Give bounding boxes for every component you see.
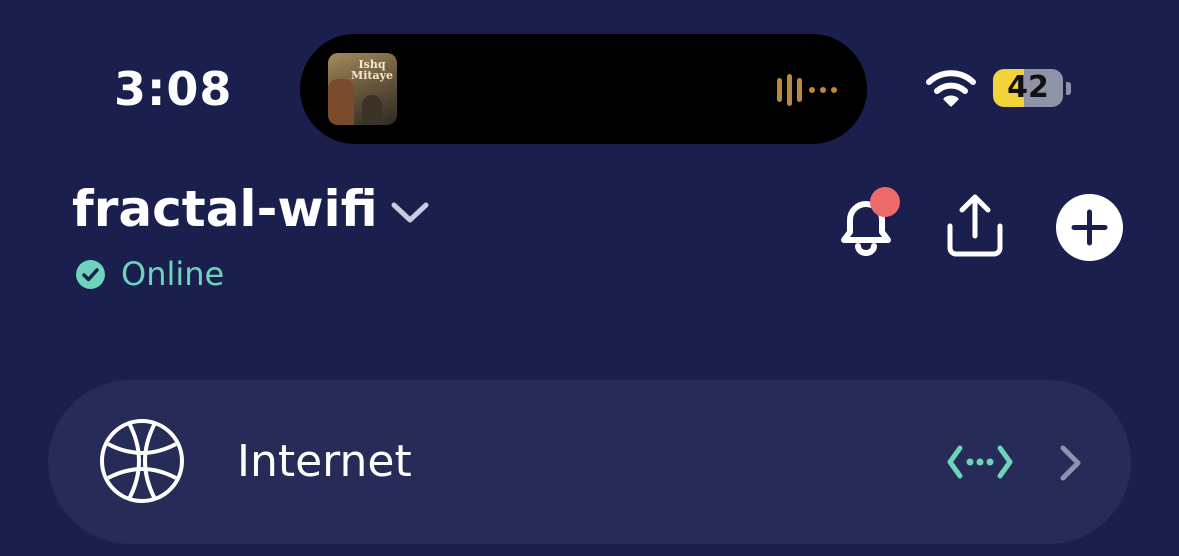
battery-level: 42 (1007, 70, 1049, 105)
card-label-internet: Internet (237, 436, 412, 487)
check-circle-icon (76, 259, 105, 289)
network-name[interactable]: fractal-wifi (72, 180, 378, 238)
internet-card[interactable]: Internet (48, 380, 1131, 544)
notification-badge (870, 187, 900, 217)
album-art[interactable]: Ishq Mitaye (328, 53, 397, 125)
app-screen: 3:08 Ishq Mitaye 42 fractal-wifi Online … (0, 0, 1179, 556)
add-button[interactable] (1056, 194, 1123, 261)
globe-icon (100, 419, 184, 503)
status-time: 3:08 (114, 62, 233, 116)
chevron-down-icon[interactable] (390, 200, 430, 226)
status-text: Online (121, 255, 225, 293)
plus-icon (1071, 209, 1108, 246)
dynamic-island[interactable]: Ishq Mitaye (300, 34, 867, 144)
chevron-right-icon[interactable] (1058, 444, 1084, 482)
share-icon[interactable] (940, 192, 1010, 260)
network-status: Online (76, 254, 224, 294)
album-art-face (328, 79, 354, 125)
battery-indicator: 42 (993, 69, 1063, 107)
waveform-icon (777, 74, 837, 106)
album-art-title: Ishq Mitaye (351, 58, 393, 82)
wifi-icon (926, 70, 976, 107)
album-art-figure (362, 95, 382, 125)
connection-icon (947, 445, 1013, 479)
battery-tip (1066, 82, 1071, 95)
